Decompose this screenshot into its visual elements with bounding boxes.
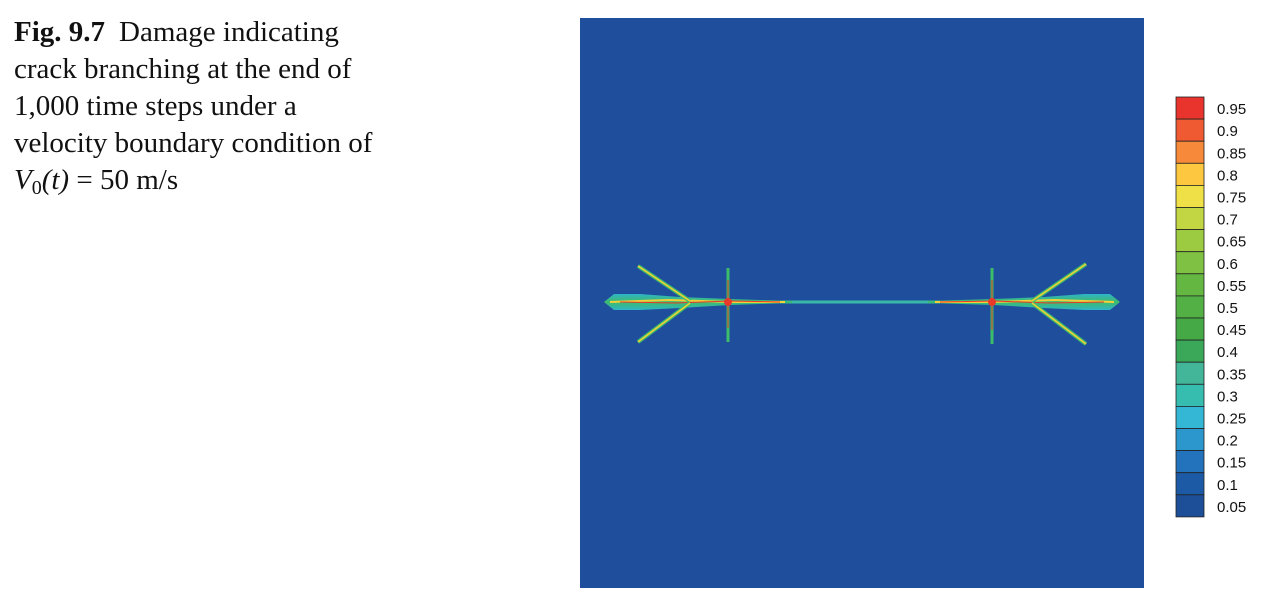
colorbar-swatch [1175, 428, 1205, 452]
colorbar-swatch [1175, 472, 1205, 496]
colorbar-swatch [1175, 118, 1205, 142]
caption-formula: V0(t) = 50 m/s [14, 164, 179, 199]
formula-value: = 50 m/s [69, 164, 179, 196]
figure-label: Fig. 9.7 [14, 16, 106, 48]
colorbar-tick-label: 0.8 [1217, 167, 1238, 184]
damage-field [604, 262, 1120, 346]
colorbar-tick-label: 0.05 [1217, 499, 1246, 516]
colorbar-swatch [1175, 162, 1205, 186]
colorbar-swatch [1175, 405, 1205, 429]
damage-contour-plot [580, 18, 1144, 588]
colorbar-tick-label: 0.2 [1217, 433, 1238, 450]
colorbar: 0.95 0.9 0.85 0.8 0.75 0.7 0.65 0.6 0.55 0.5 0.45 0… [1175, 96, 1246, 518]
colorbar-swatch [1175, 273, 1205, 297]
colorbar-tick-label: 0.9 [1217, 123, 1238, 140]
colorbar-tick-label: 0.75 [1217, 189, 1246, 206]
formula-arg: (t) [41, 164, 70, 196]
colorbar-tick-label: 0.6 [1217, 256, 1238, 273]
colorbar-tick-label: 0.15 [1217, 455, 1246, 472]
colorbar-swatch [1175, 251, 1205, 275]
colorbar-swatch [1175, 361, 1205, 385]
colorbar-tick-label: 0.55 [1217, 278, 1246, 295]
colorbar-tick-label: 0.45 [1217, 322, 1246, 339]
colorbar-tick-label: 0.95 [1217, 101, 1246, 118]
formula-subscript: 0 [31, 177, 42, 199]
colorbar-swatch [1175, 207, 1205, 231]
colorbar-swatch [1175, 450, 1205, 474]
colorbar-swatch [1175, 383, 1205, 407]
colorbar-swatch [1175, 96, 1205, 120]
colorbar-swatch [1175, 229, 1205, 253]
colorbar-legend: 0.95 0.9 0.85 0.8 0.75 0.7 0.65 0.6 0.55 0.5 0.45 0… [1175, 96, 1266, 527]
colorbar-tick-label: 0.35 [1217, 366, 1246, 383]
colorbar-tick-label: 0.3 [1217, 388, 1238, 405]
colorbar-swatch [1175, 295, 1205, 319]
colorbar-swatch [1175, 185, 1205, 208]
colorbar-tick-label: 0.5 [1217, 300, 1238, 317]
colorbar-tick-label: 0.25 [1217, 410, 1246, 427]
colorbar-swatch [1175, 140, 1205, 164]
crack-pattern [604, 262, 1120, 346]
colorbar-tick-label: 0.1 [1217, 477, 1238, 494]
colorbar-tick-label: 0.7 [1217, 212, 1238, 229]
colorbar-tick-label: 0.65 [1217, 234, 1246, 251]
colorbar-swatch [1175, 339, 1205, 363]
colorbar-tick-label: 0.85 [1217, 145, 1246, 162]
figure-caption: Fig. 9.7 Damage indicating crack branchin… [14, 14, 374, 199]
colorbar-tick-label: 0.4 [1217, 344, 1238, 361]
formula-symbol: V [14, 164, 32, 196]
colorbar-swatch [1175, 494, 1205, 518]
colorbar-swatch [1175, 317, 1205, 341]
